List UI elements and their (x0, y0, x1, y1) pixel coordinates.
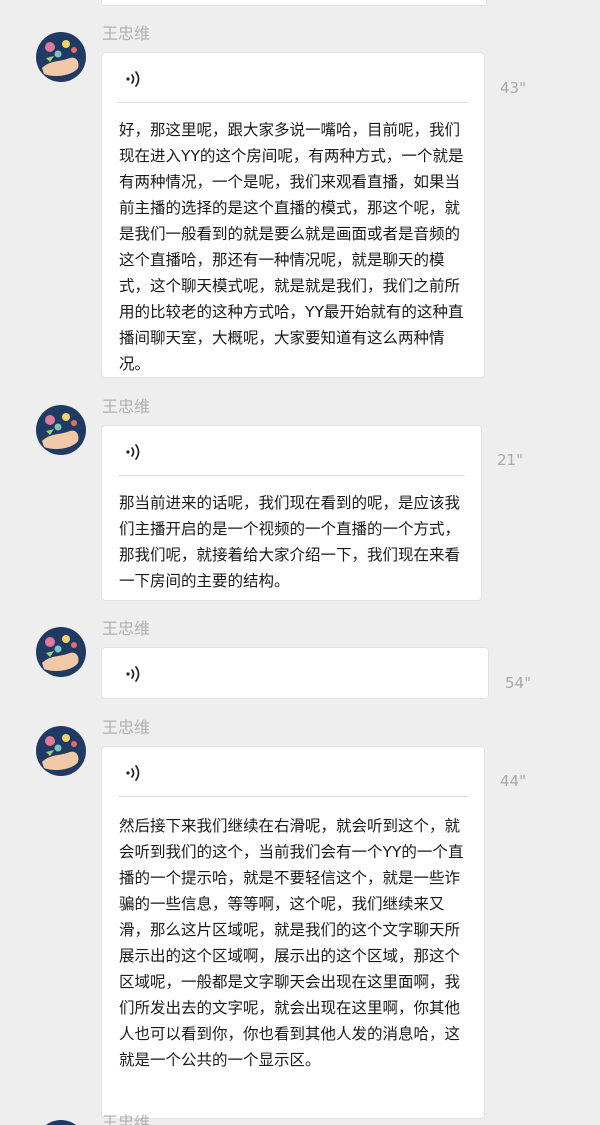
sender-name: 王忠维 (102, 397, 151, 416)
next-message-peek: 王忠维 (0, 1112, 600, 1125)
voice-transcript: 那当前进来的话呢，我们现在看到的呢，是应该我们主播开启的是一个视频的一个直播的一… (119, 494, 461, 590)
avatar-illustration-icon (36, 32, 86, 82)
avatar[interactable] (36, 1120, 86, 1125)
avatar[interactable] (36, 726, 86, 776)
avatar[interactable] (36, 627, 86, 677)
voice-message-bubble[interactable]: 然后接下来我们继续在右滑呢，就会听到这个，就会听到我们的这个，当前我们会有一个Y… (101, 746, 485, 1119)
avatar[interactable] (36, 405, 86, 455)
bubble-divider (118, 796, 468, 797)
avatar[interactable] (36, 32, 86, 82)
voice-message-icon[interactable] (124, 69, 146, 89)
voice-message-bubble[interactable] (101, 647, 489, 699)
previous-message-bubble (101, 0, 487, 6)
bubble-divider (118, 102, 468, 103)
voice-message-icon[interactable] (124, 664, 146, 684)
voice-message-bubble[interactable]: 那当前进来的话呢，我们现在看到的呢，是应该我们主播开启的是一个视频的一个直播的一… (101, 425, 482, 601)
sender-name: 王忠维 (102, 1113, 151, 1125)
sender-name: 王忠维 (102, 619, 151, 638)
voice-duration: 44" (500, 772, 526, 790)
sender-name: 王忠维 (102, 718, 151, 737)
avatar-illustration-icon (36, 627, 86, 677)
voice-message-bubble[interactable]: 好，那这里呢，跟大家多说一嘴哈，目前呢，我们现在进入YY的这个房间呢，有两种方式… (101, 52, 485, 378)
voice-transcript: 好，那这里呢，跟大家多说一嘴哈，目前呢，我们现在进入YY的这个房间呢，有两种方式… (119, 121, 464, 373)
bubble-divider (118, 475, 465, 476)
voice-duration: 54" (505, 674, 531, 692)
voice-duration: 43" (500, 79, 526, 97)
avatar-illustration-icon (36, 726, 86, 776)
avatar-illustration-icon (36, 405, 86, 455)
voice-message-icon[interactable] (124, 442, 146, 462)
sender-name: 王忠维 (102, 24, 151, 43)
voice-transcript: 然后接下来我们继续在右滑呢，就会听到这个，就会听到我们的这个，当前我们会有一个Y… (119, 817, 464, 1069)
voice-message-icon[interactable] (124, 763, 146, 783)
voice-duration: 21" (497, 451, 523, 469)
